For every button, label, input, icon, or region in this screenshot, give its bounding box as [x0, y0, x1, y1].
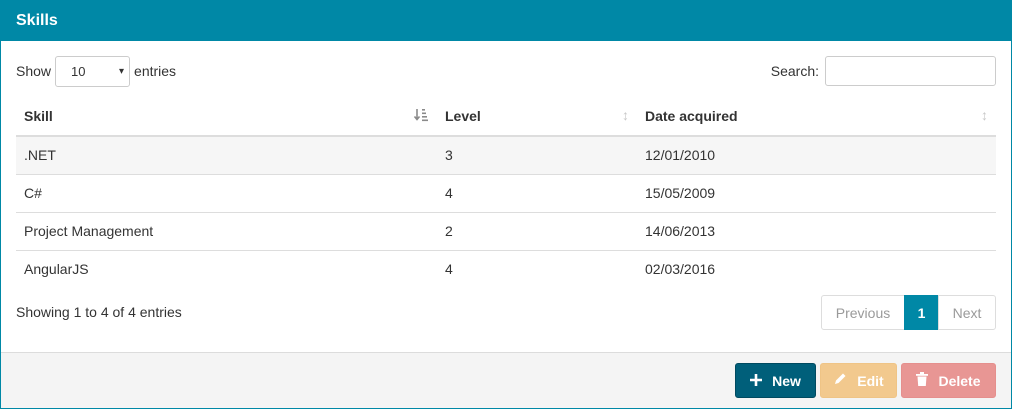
- entries-label: entries: [134, 63, 177, 79]
- column-header-label: Skill: [24, 108, 53, 124]
- table-row[interactable]: C# 4 15/05/2009: [16, 173, 996, 212]
- column-header-label: Level: [445, 108, 481, 124]
- cell-level: 4: [437, 249, 637, 288]
- sort-amount-icon: [413, 107, 429, 126]
- table-row[interactable]: Project Management 2 14/06/2013: [16, 211, 996, 250]
- column-header-skill[interactable]: Skill: [16, 97, 437, 137]
- edit-button[interactable]: Edit: [820, 363, 897, 398]
- table-row[interactable]: AngularJS 4 02/03/2016: [16, 249, 996, 288]
- table-header-row: Skill Level ↕ Date acquired ↕: [16, 97, 996, 137]
- table-row[interactable]: .NET 3 12/01/2010: [16, 136, 996, 174]
- search-input[interactable]: [825, 56, 996, 86]
- edit-button-label: Edit: [857, 372, 884, 389]
- cell-level: 3: [437, 136, 637, 174]
- search-control: Search:: [771, 56, 996, 86]
- panel-title: Skills: [1, 1, 1011, 41]
- sort-icon: ↕: [622, 107, 629, 123]
- panel-footer: New Edit Delete: [1, 352, 1011, 408]
- chevron-down-icon: ▾: [119, 65, 125, 77]
- cell-level: 4: [437, 173, 637, 212]
- entries-length-control: Show 10 ▾ entries: [16, 55, 177, 87]
- delete-button-label: Delete: [938, 372, 981, 389]
- skills-table: Skill Level ↕ Date acquired ↕ .NET 3 12/…: [16, 97, 996, 288]
- cell-skill: AngularJS: [16, 249, 437, 288]
- delete-button[interactable]: Delete: [901, 363, 996, 398]
- plus-icon: [750, 373, 763, 389]
- cell-date: 12/01/2010: [637, 136, 996, 174]
- show-label: Show: [16, 63, 52, 79]
- column-header-label: Date acquired: [645, 108, 738, 124]
- previous-page-button[interactable]: Previous: [821, 295, 905, 330]
- panel-body: Show 10 ▾ entries Search: Skill Level ↕ …: [1, 41, 1011, 352]
- cell-skill: .NET: [16, 136, 437, 174]
- page-1-button[interactable]: 1: [904, 295, 939, 330]
- pagination: Previous 1 Next: [821, 295, 996, 330]
- cell-date: 15/05/2009: [637, 173, 996, 212]
- column-header-level[interactable]: Level ↕: [437, 97, 637, 137]
- sort-icon: ↕: [981, 107, 988, 123]
- action-buttons: New Edit Delete: [731, 363, 996, 398]
- cell-skill: C#: [16, 173, 437, 212]
- entries-select[interactable]: 10 ▾: [55, 55, 131, 87]
- next-page-button[interactable]: Next: [938, 295, 996, 330]
- cell-level: 2: [437, 211, 637, 250]
- new-button-label: New: [772, 372, 801, 389]
- search-label: Search:: [770, 63, 819, 79]
- pencil-icon: [833, 372, 847, 389]
- cell-date: 02/03/2016: [637, 249, 996, 288]
- table-info: Showing 1 to 4 of 4 entries: [16, 304, 182, 320]
- cell-skill: Project Management: [16, 211, 437, 250]
- new-button[interactable]: New: [735, 363, 816, 398]
- trash-icon: [916, 372, 929, 389]
- skills-panel: Skills Show 10 ▾ entries Search: Skill L…: [0, 0, 1012, 409]
- cell-date: 14/06/2013: [637, 211, 996, 250]
- column-header-date[interactable]: Date acquired ↕: [637, 97, 996, 137]
- entries-select-value: 10: [71, 63, 86, 79]
